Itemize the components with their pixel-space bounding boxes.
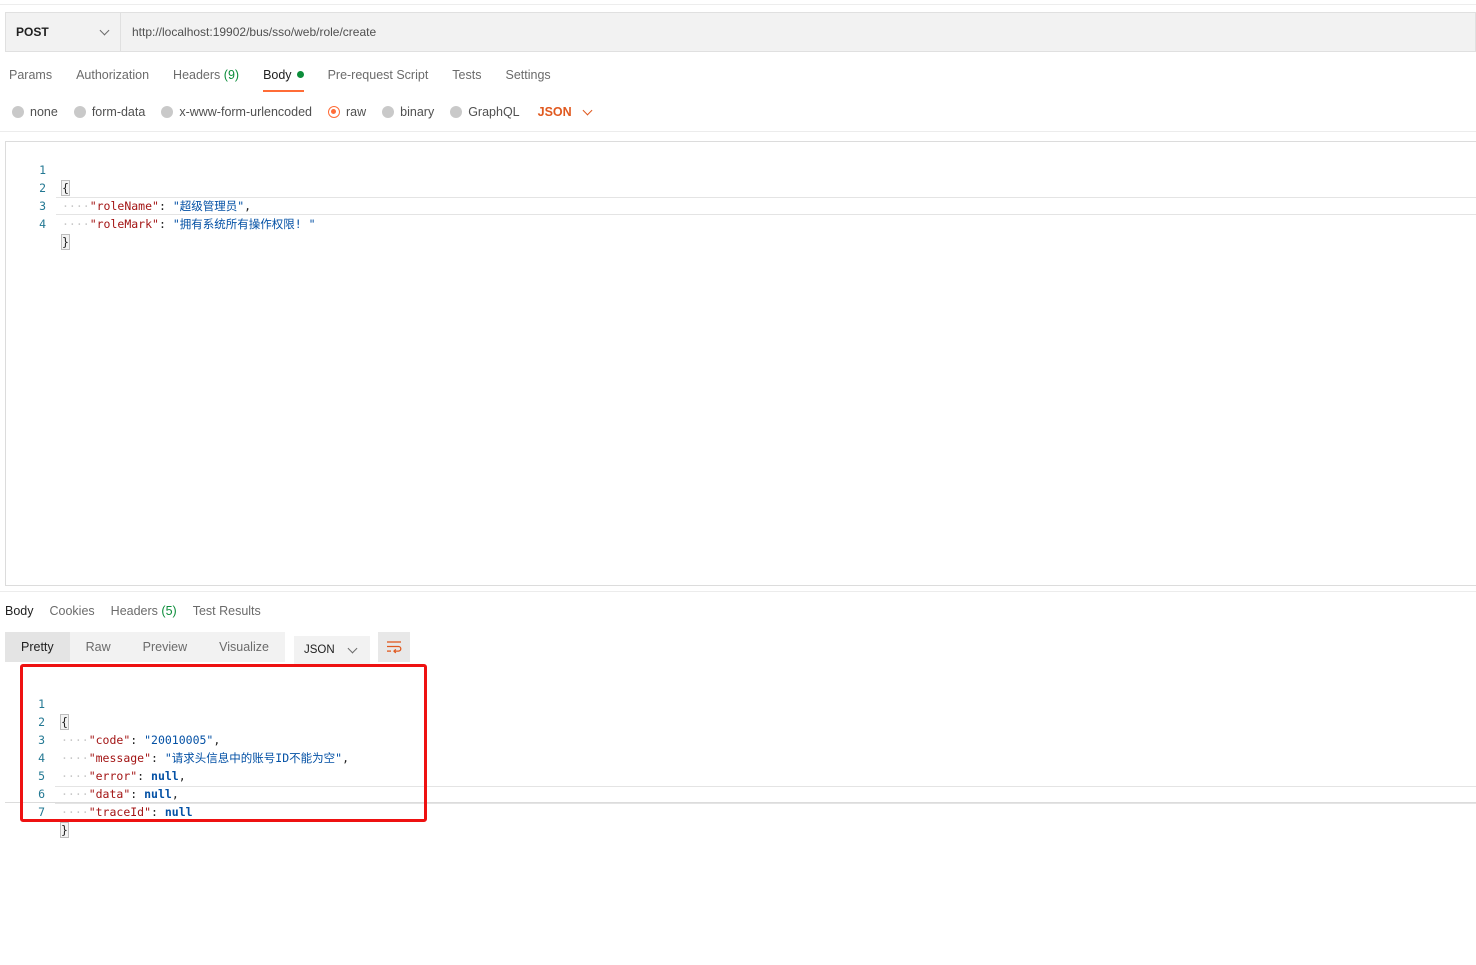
chevron-down-icon <box>582 105 593 115</box>
response-tab-cookies[interactable]: Cookies <box>50 604 95 618</box>
view-tab-preview[interactable]: Preview <box>127 632 203 662</box>
language-label: JSON <box>304 644 335 656</box>
json-string: "拥有系统所有操作权限! " <box>172 217 316 231</box>
response-language-select[interactable]: JSON <box>294 636 370 664</box>
divider <box>0 591 1476 592</box>
response-tab-body[interactable]: Body <box>5 604 34 618</box>
radio-circle-icon <box>450 106 463 118</box>
radio-circle-icon <box>161 106 174 118</box>
code-line: 4 ····"error": null, <box>5 731 1476 783</box>
json-key: "roleMark" <box>89 217 159 231</box>
code-line: 5 ····"data": null, <box>5 749 1476 801</box>
radio-form-data[interactable]: form-data <box>73 105 146 119</box>
tab-label: Headers <box>173 68 221 82</box>
radio-label: GraphQL <box>468 105 520 119</box>
radio-label: none <box>30 105 58 119</box>
tab-body[interactable]: Body <box>263 62 304 92</box>
method-label: POST <box>16 25 49 39</box>
language-label: JSON <box>537 105 572 119</box>
view-tab-visualize[interactable]: Visualize <box>203 632 285 662</box>
code-line: 1 { <box>6 143 1476 196</box>
response-body-viewer[interactable]: 1 { 2 ····"code": "20010005", 3 ····"mes… <box>5 677 1476 838</box>
radio-circle-icon <box>12 106 24 118</box>
response-view-tabs: Pretty Raw Preview Visualize <box>5 632 285 662</box>
wrap-lines-button[interactable] <box>378 632 410 662</box>
radio-x-www-form-urlencoded[interactable]: x-www-form-urlencoded <box>161 105 312 119</box>
response-tab-headers[interactable]: Headers (5) <box>111 604 177 618</box>
code-line: 6 ····"traceId": null <box>5 767 1476 819</box>
radio-raw[interactable]: raw <box>328 105 366 119</box>
line-number: 7 <box>38 805 45 819</box>
radio-label: binary <box>400 105 435 119</box>
body-modified-dot-icon <box>296 71 304 78</box>
tab-params[interactable]: Params <box>9 62 52 92</box>
radio-label: form-data <box>91 105 146 119</box>
tab-label: Pre-request Script <box>327 68 429 82</box>
chevron-down-icon <box>99 25 110 35</box>
body-type-selector: none form-data x-www-form-urlencoded raw… <box>12 102 593 122</box>
tab-authorization[interactable]: Authorization <box>76 62 149 92</box>
wrap-lines-icon <box>387 641 402 654</box>
tab-label: Settings <box>505 68 551 82</box>
tab-tests[interactable]: Tests <box>452 62 481 92</box>
json-null: null <box>164 805 193 819</box>
tab-label: Authorization <box>76 68 150 82</box>
url-input[interactable] <box>121 13 1475 51</box>
code-line: 3 ····"message": "请求头信息中的账号ID不能为空", <box>5 713 1476 765</box>
code-line: 4 } <box>6 197 1476 250</box>
response-bottom-border <box>5 802 1476 803</box>
chevron-down-icon <box>347 643 358 653</box>
radio-label: x-www-form-urlencoded <box>179 105 312 119</box>
tab-label: Tests <box>452 68 482 82</box>
response-tab-test-results[interactable]: Test Results <box>193 604 261 618</box>
headers-count: (9) <box>223 68 240 82</box>
view-tab-pretty[interactable]: Pretty <box>5 632 70 662</box>
method-select[interactable]: POST <box>6 13 121 51</box>
close-brace: } <box>60 822 69 838</box>
request-tabs: Params Authorization Headers (9) Body Pr… <box>9 62 575 92</box>
tab-label: Body <box>263 68 292 82</box>
radio-checked-icon <box>328 106 340 118</box>
code-line: 2 ····"roleName": "超级管理员", <box>6 161 1476 213</box>
radio-graphql[interactable]: GraphQL <box>450 105 520 119</box>
code-line: 2 ····"code": "20010005", <box>5 695 1476 747</box>
headers-count: (5) <box>161 604 177 618</box>
request-body-editor[interactable]: 1 { 2 ····"roleName": "超级管理员", 3 ····"ro… <box>5 141 1476 586</box>
json-key: "traceId" <box>88 805 152 819</box>
radio-circle-icon <box>73 106 86 118</box>
tab-settings[interactable]: Settings <box>505 62 550 92</box>
code-line: 3 ····"roleMark": "拥有系统所有操作权限! " <box>6 179 1476 231</box>
tab-pre-request-script[interactable]: Pre-request Script <box>328 62 429 92</box>
radio-binary[interactable]: binary <box>382 105 434 119</box>
code-line: 1 { <box>5 677 1476 730</box>
radio-circle-icon <box>382 106 395 118</box>
close-brace: } <box>61 234 70 250</box>
radio-label: raw <box>346 105 367 119</box>
view-tab-raw[interactable]: Raw <box>70 632 127 662</box>
tab-headers[interactable]: Headers (9) <box>173 62 239 92</box>
line-number: 4 <box>39 217 46 231</box>
code-line: 7 } <box>5 785 1476 838</box>
radio-none[interactable]: none <box>12 105 58 119</box>
tab-label: Params <box>9 68 53 82</box>
top-divider <box>0 4 1476 5</box>
tab-label: Headers <box>110 604 158 618</box>
raw-language-select[interactable]: JSON <box>537 105 593 119</box>
response-tabs: Body Cookies Headers (5) Test Results <box>5 601 277 621</box>
request-url-bar: POST <box>5 12 1476 52</box>
divider <box>0 131 1476 132</box>
